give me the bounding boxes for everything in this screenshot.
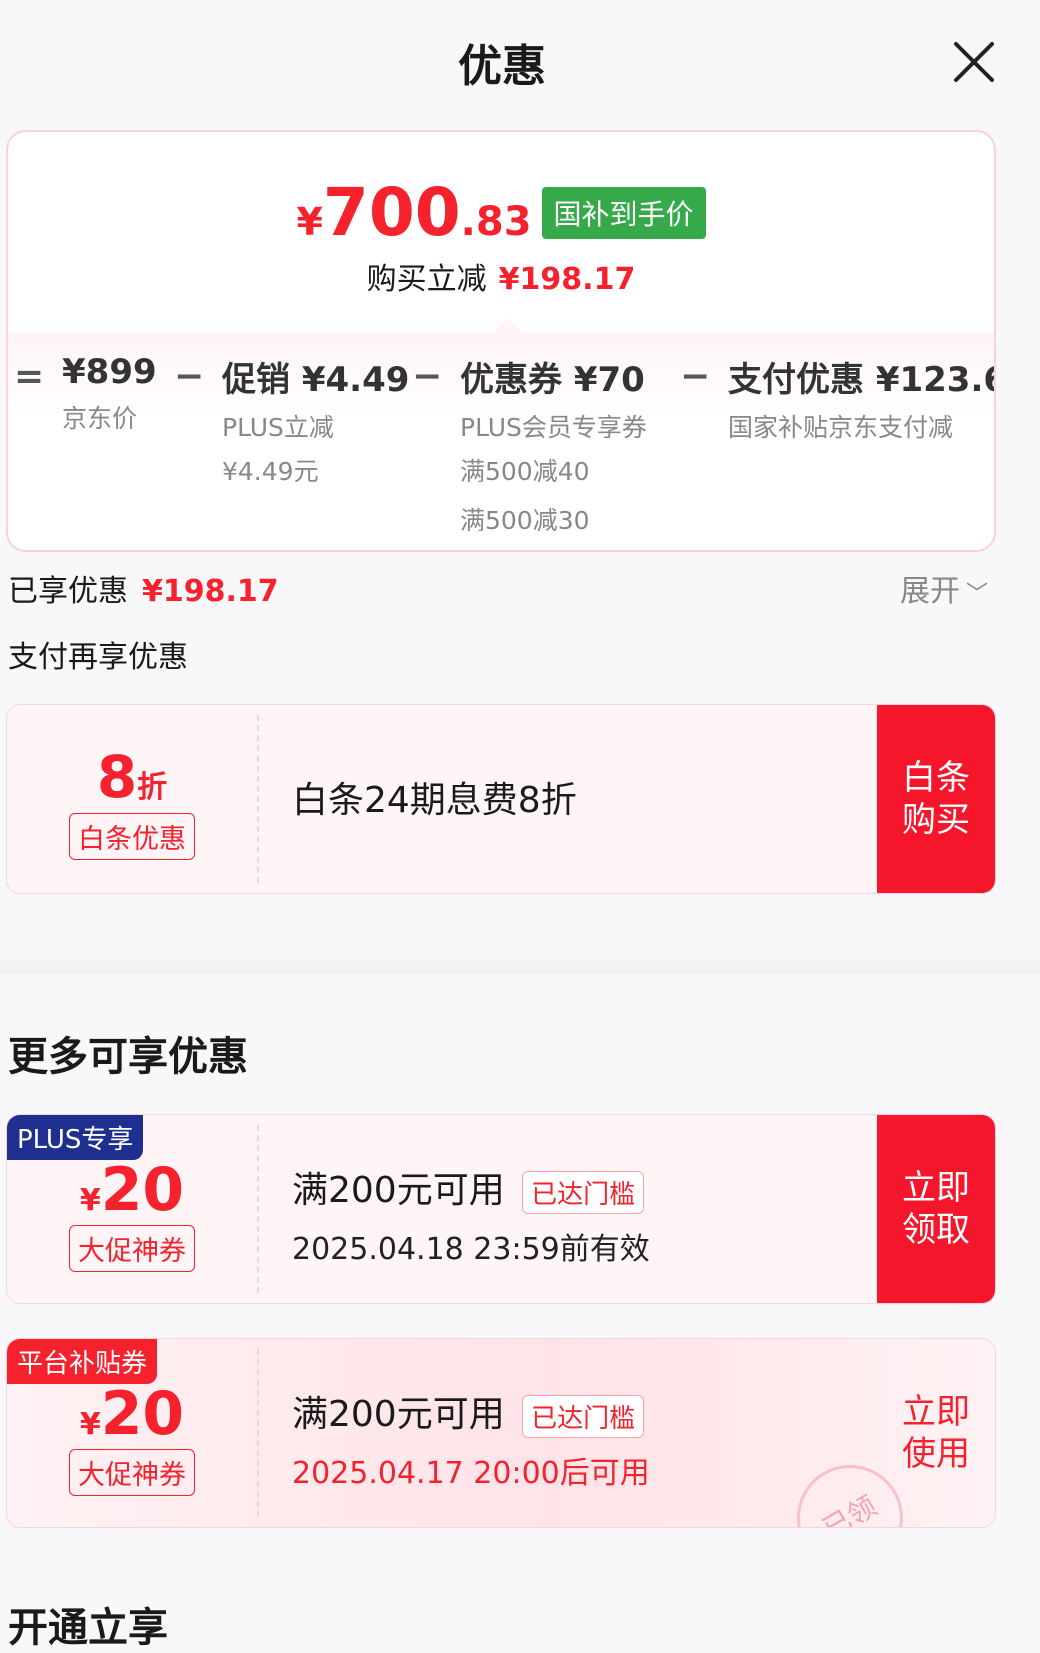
expand-button[interactable]: 展开 ﹀ xyxy=(900,566,988,610)
final-price: ¥700.83 xyxy=(296,174,532,251)
final-price-row: ¥700.83 国补到手价 xyxy=(8,174,994,251)
minus-operator: − xyxy=(680,356,711,397)
breakdown-item-jd-price: ¥899 京东价 xyxy=(62,352,157,433)
baitiao-buy-button[interactable]: 白条 购买 xyxy=(877,705,995,893)
header: 优惠 xyxy=(0,0,1040,120)
coupon-validity: 2025.04.18 23:59前有效 xyxy=(292,1231,650,1267)
coupon-info: 满200元可用 已达门槛 2025.04.18 23:59前有效 xyxy=(292,1161,650,1268)
coupon-info: 满200元可用 已达门槛 2025.04.17 20:00后可用 xyxy=(292,1385,650,1492)
coupon-condition: 满200元可用 xyxy=(292,1394,505,1435)
reduce-amount: ¥198.17 xyxy=(498,262,636,297)
pay-more-discount-title: 支付再享优惠 xyxy=(8,640,188,675)
coupon-divider xyxy=(257,1349,259,1517)
equals-operator: = xyxy=(14,356,45,397)
coupon-condition: 满200元可用 xyxy=(292,1170,505,1211)
minus-operator: − xyxy=(174,356,205,397)
coupon-divider xyxy=(257,715,259,883)
close-icon[interactable] xyxy=(950,38,998,86)
baitiao-tag: 白条优惠 xyxy=(69,813,195,860)
breakdown-item-payment: 支付优惠 ¥123.6 国家补贴京东支付减 xyxy=(728,360,996,442)
coupon-type-tag: 大促神券 xyxy=(69,1225,195,1272)
minus-operator: − xyxy=(412,356,443,397)
chevron-down-icon: ﹀ xyxy=(966,582,989,607)
next-section-title: 开通立享 xyxy=(8,1605,168,1651)
claim-coupon-button[interactable]: 立即 领取 xyxy=(877,1115,995,1303)
threshold-reached-badge: 已达门槛 xyxy=(522,1170,645,1214)
enjoyed-discount: 已享优惠 ¥198.17 xyxy=(8,574,279,609)
section-divider xyxy=(0,960,1040,974)
coupon-validity: 2025.04.17 20:00后可用 xyxy=(292,1455,650,1491)
page-title: 优惠 xyxy=(458,41,546,92)
subsidy-price-badge: 国补到手价 xyxy=(541,186,706,239)
coupon-value: ¥20 大促神券 xyxy=(7,1115,257,1303)
baitiao-discount-card: 8折 白条优惠 白条24期息费8折 白条 购买 xyxy=(6,704,996,894)
coupon-card: 平台补贴券 ¥20 大促神券 满200元可用 已达门槛 2025.04.17 2… xyxy=(6,1338,996,1528)
threshold-reached-badge: 已达门槛 xyxy=(522,1394,645,1438)
discount-value: 8折 白条优惠 xyxy=(7,705,257,893)
breakdown-item-promotion: 促销 ¥4.49 PLUS立减 ¥4.49元 xyxy=(222,360,410,486)
reduce-row: 购买立减 ¥198.17 xyxy=(8,254,994,298)
more-discounts-title: 更多可享优惠 xyxy=(8,1034,248,1080)
reduce-label: 购买立减 xyxy=(366,262,487,297)
price-breakdown: = ¥899 京东价 − 促销 ¥4.49 PLUS立减 ¥4.49元 − 优惠… xyxy=(8,332,996,550)
coupon-value: ¥20 大促神券 xyxy=(7,1339,257,1527)
use-coupon-button[interactable]: 立即 使用 xyxy=(877,1339,995,1527)
coupon-card: PLUS专享 ¥20 大促神券 满200元可用 已达门槛 2025.04.18 … xyxy=(6,1114,996,1304)
baitiao-desc: 白条24期息费8折 xyxy=(292,780,577,821)
price-summary-card: ¥700.83 国补到手价 购买立减 ¥198.17 = ¥899 京东价 − 促销… xyxy=(6,130,996,552)
coupon-divider xyxy=(257,1125,259,1293)
coupon-type-tag: 大促神券 xyxy=(69,1449,195,1496)
breakdown-item-coupon: 优惠券 ¥70 PLUS会员专享券 满500减40 满500减30 xyxy=(460,360,647,535)
